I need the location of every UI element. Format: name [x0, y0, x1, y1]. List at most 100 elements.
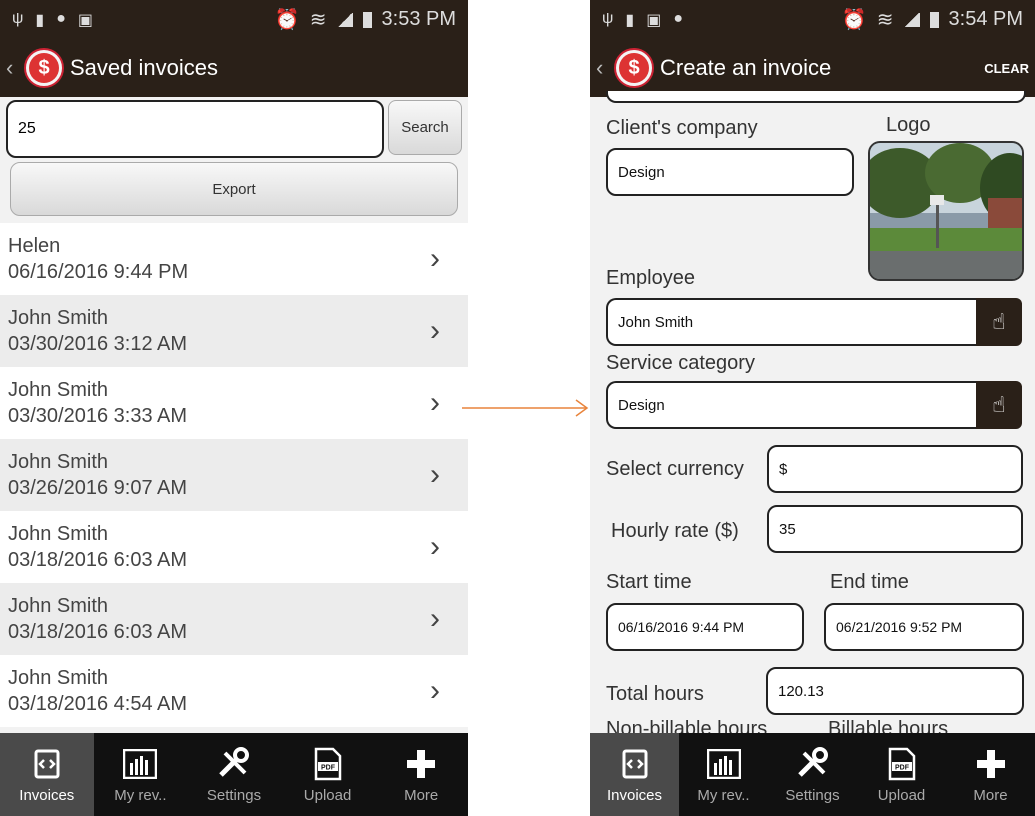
- select-currency-label: Select currency: [606, 458, 744, 480]
- clients-company-field[interactable]: Design: [606, 148, 854, 196]
- tab-my-revenue[interactable]: My rev..: [94, 733, 188, 816]
- signal-icon: [336, 12, 353, 27]
- list-item-date: 03/30/2016 3:12 AM: [8, 333, 188, 355]
- chevron-right-icon: ›: [430, 242, 440, 275]
- tab-label: My rev..: [697, 787, 750, 804]
- list-item-name: John Smith: [8, 595, 109, 617]
- tab-upload[interactable]: PDF Upload: [281, 733, 375, 816]
- chevron-right-icon: ›: [430, 458, 440, 491]
- invoice-icon: [617, 747, 653, 781]
- tab-invoices[interactable]: Invoices: [0, 733, 94, 816]
- invoice-list: Helen 06/16/2016 9:44 PM › John Smith 03/3…: [0, 223, 468, 727]
- list-item-date: 03/18/2016 6:03 AM: [8, 621, 188, 643]
- list-item[interactable]: John Smith 03/30/2016 3:12 AM ›: [0, 295, 468, 367]
- chat-icon: ●: [56, 9, 66, 27]
- app-logo[interactable]: $: [24, 48, 64, 88]
- start-time-field[interactable]: 06/16/2016 9:44 PM: [606, 603, 804, 651]
- tab-my-revenue[interactable]: My rev..: [679, 733, 768, 816]
- list-item-name: John Smith: [8, 667, 109, 689]
- list-item[interactable]: John Smith 03/30/2016 3:33 AM ›: [0, 367, 468, 439]
- usb-icon: ψ: [602, 9, 614, 27]
- hand-pointer-icon: ☝: [992, 309, 1006, 334]
- tab-label: Settings: [206, 787, 262, 804]
- list-item-name: John Smith: [8, 451, 109, 473]
- tab-label: Invoices: [606, 787, 663, 804]
- currency-field[interactable]: $: [767, 445, 1023, 493]
- search-button[interactable]: Search: [388, 100, 462, 155]
- employee-label: Employee: [606, 267, 695, 289]
- list-item-date: 03/18/2016 6:03 AM: [8, 549, 188, 571]
- status-time: 3:54 PM: [948, 8, 1023, 30]
- logo-label: Logo: [886, 114, 931, 136]
- image-icon: ▣: [646, 11, 662, 29]
- tab-settings[interactable]: Settings: [187, 733, 281, 816]
- chevron-right-icon: ›: [430, 674, 440, 707]
- create-invoice-screen: ψ ▮ ▣ ● ⏰ ≋ 3:54 PM ‹ $ Create an invoic…: [590, 0, 1035, 816]
- alarm-icon: ⏰: [841, 9, 867, 31]
- end-time-field[interactable]: 06/21/2016 9:52 PM: [824, 603, 1024, 651]
- bar-chart-icon: [122, 747, 158, 781]
- start-time-label: Start time: [606, 571, 692, 593]
- tab-more[interactable]: More: [946, 733, 1035, 816]
- service-category-picker-button[interactable]: ☝: [976, 381, 1022, 429]
- hourly-rate-field[interactable]: 35: [767, 505, 1023, 553]
- bottom-nav: Invoices My rev.. Settings PDF Upload Mo…: [0, 733, 468, 816]
- tab-more[interactable]: More: [374, 733, 468, 816]
- previous-field-edge[interactable]: [606, 91, 1026, 103]
- list-item[interactable]: John Smith 03/18/2016 6:03 AM ›: [0, 511, 468, 583]
- battery-icon: [362, 11, 372, 28]
- list-item-name: Helen: [8, 235, 61, 257]
- tab-settings[interactable]: Settings: [768, 733, 857, 816]
- bottom-nav: Invoices My rev.. Settings PDF Upload Mo…: [590, 733, 1035, 816]
- list-item-date: 03/26/2016 9:07 AM: [8, 477, 188, 499]
- app-logo[interactable]: $: [614, 48, 654, 88]
- employee-field[interactable]: John Smith: [606, 298, 976, 346]
- tab-upload[interactable]: PDF Upload: [857, 733, 946, 816]
- back-icon[interactable]: ‹: [6, 55, 20, 81]
- status-bar: ψ ▮ ▣ ● ⏰ ≋ 3:54 PM: [590, 0, 1035, 39]
- wifi-icon: ≋: [876, 9, 894, 31]
- tab-invoices[interactable]: Invoices: [590, 733, 679, 816]
- plus-icon: [403, 747, 439, 781]
- list-item[interactable]: John Smith 03/26/2016 9:07 AM ›: [0, 439, 468, 511]
- total-hours-label: Total hours: [606, 683, 704, 705]
- tab-label: Upload: [877, 787, 926, 804]
- total-hours-field[interactable]: 120.13: [766, 667, 1024, 715]
- list-item[interactable]: John Smith 03/18/2016 4:54 AM ›: [0, 655, 468, 727]
- hourly-rate-label: Hourly rate ($): [611, 520, 739, 542]
- action-bar: ‹ $ Saved invoices: [0, 39, 468, 97]
- service-category-field[interactable]: Design: [606, 381, 976, 429]
- flow-arrow: [462, 399, 589, 417]
- tab-label: My rev..: [114, 787, 167, 804]
- action-bar: ‹ $ Create an invoice CLEAR: [590, 39, 1035, 97]
- list-item-date: 06/16/2016 9:44 PM: [8, 261, 189, 283]
- tab-label: Invoices: [19, 787, 75, 804]
- clear-button[interactable]: CLEAR: [984, 61, 1029, 76]
- page-title: Create an invoice: [660, 55, 832, 80]
- tab-label: Upload: [303, 787, 352, 804]
- logo-image[interactable]: [868, 141, 1024, 281]
- employee-picker-button[interactable]: ☝: [976, 298, 1022, 346]
- wifi-icon: ≋: [309, 9, 327, 31]
- tools-icon: [795, 747, 831, 781]
- search-input[interactable]: 25: [6, 100, 384, 158]
- status-bar: ψ ▮ ● ▣ ⏰ ≋ 3:53 PM: [0, 0, 468, 39]
- battery-icon: [929, 11, 939, 28]
- invoice-icon: [29, 747, 65, 781]
- chat-icon: ●: [673, 9, 684, 27]
- svg-text:PDF: PDF: [895, 765, 910, 772]
- invoice-form: Client's company Logo Design Employee Jo…: [590, 91, 1035, 740]
- svg-text:PDF: PDF: [321, 765, 336, 772]
- chevron-right-icon: ›: [430, 602, 440, 635]
- back-icon[interactable]: ‹: [596, 55, 610, 81]
- pdf-icon: PDF: [884, 747, 920, 781]
- export-button[interactable]: Export: [10, 162, 458, 216]
- clients-company-label: Client's company: [606, 117, 758, 139]
- tools-icon: [216, 747, 252, 781]
- list-item[interactable]: John Smith 03/18/2016 6:03 AM ›: [0, 583, 468, 655]
- image-icon: ▣: [77, 11, 94, 29]
- list-item-name: John Smith: [8, 307, 109, 329]
- chevron-right-icon: ›: [430, 314, 440, 347]
- list-item[interactable]: Helen 06/16/2016 9:44 PM ›: [0, 223, 468, 295]
- signal-icon: [903, 12, 920, 27]
